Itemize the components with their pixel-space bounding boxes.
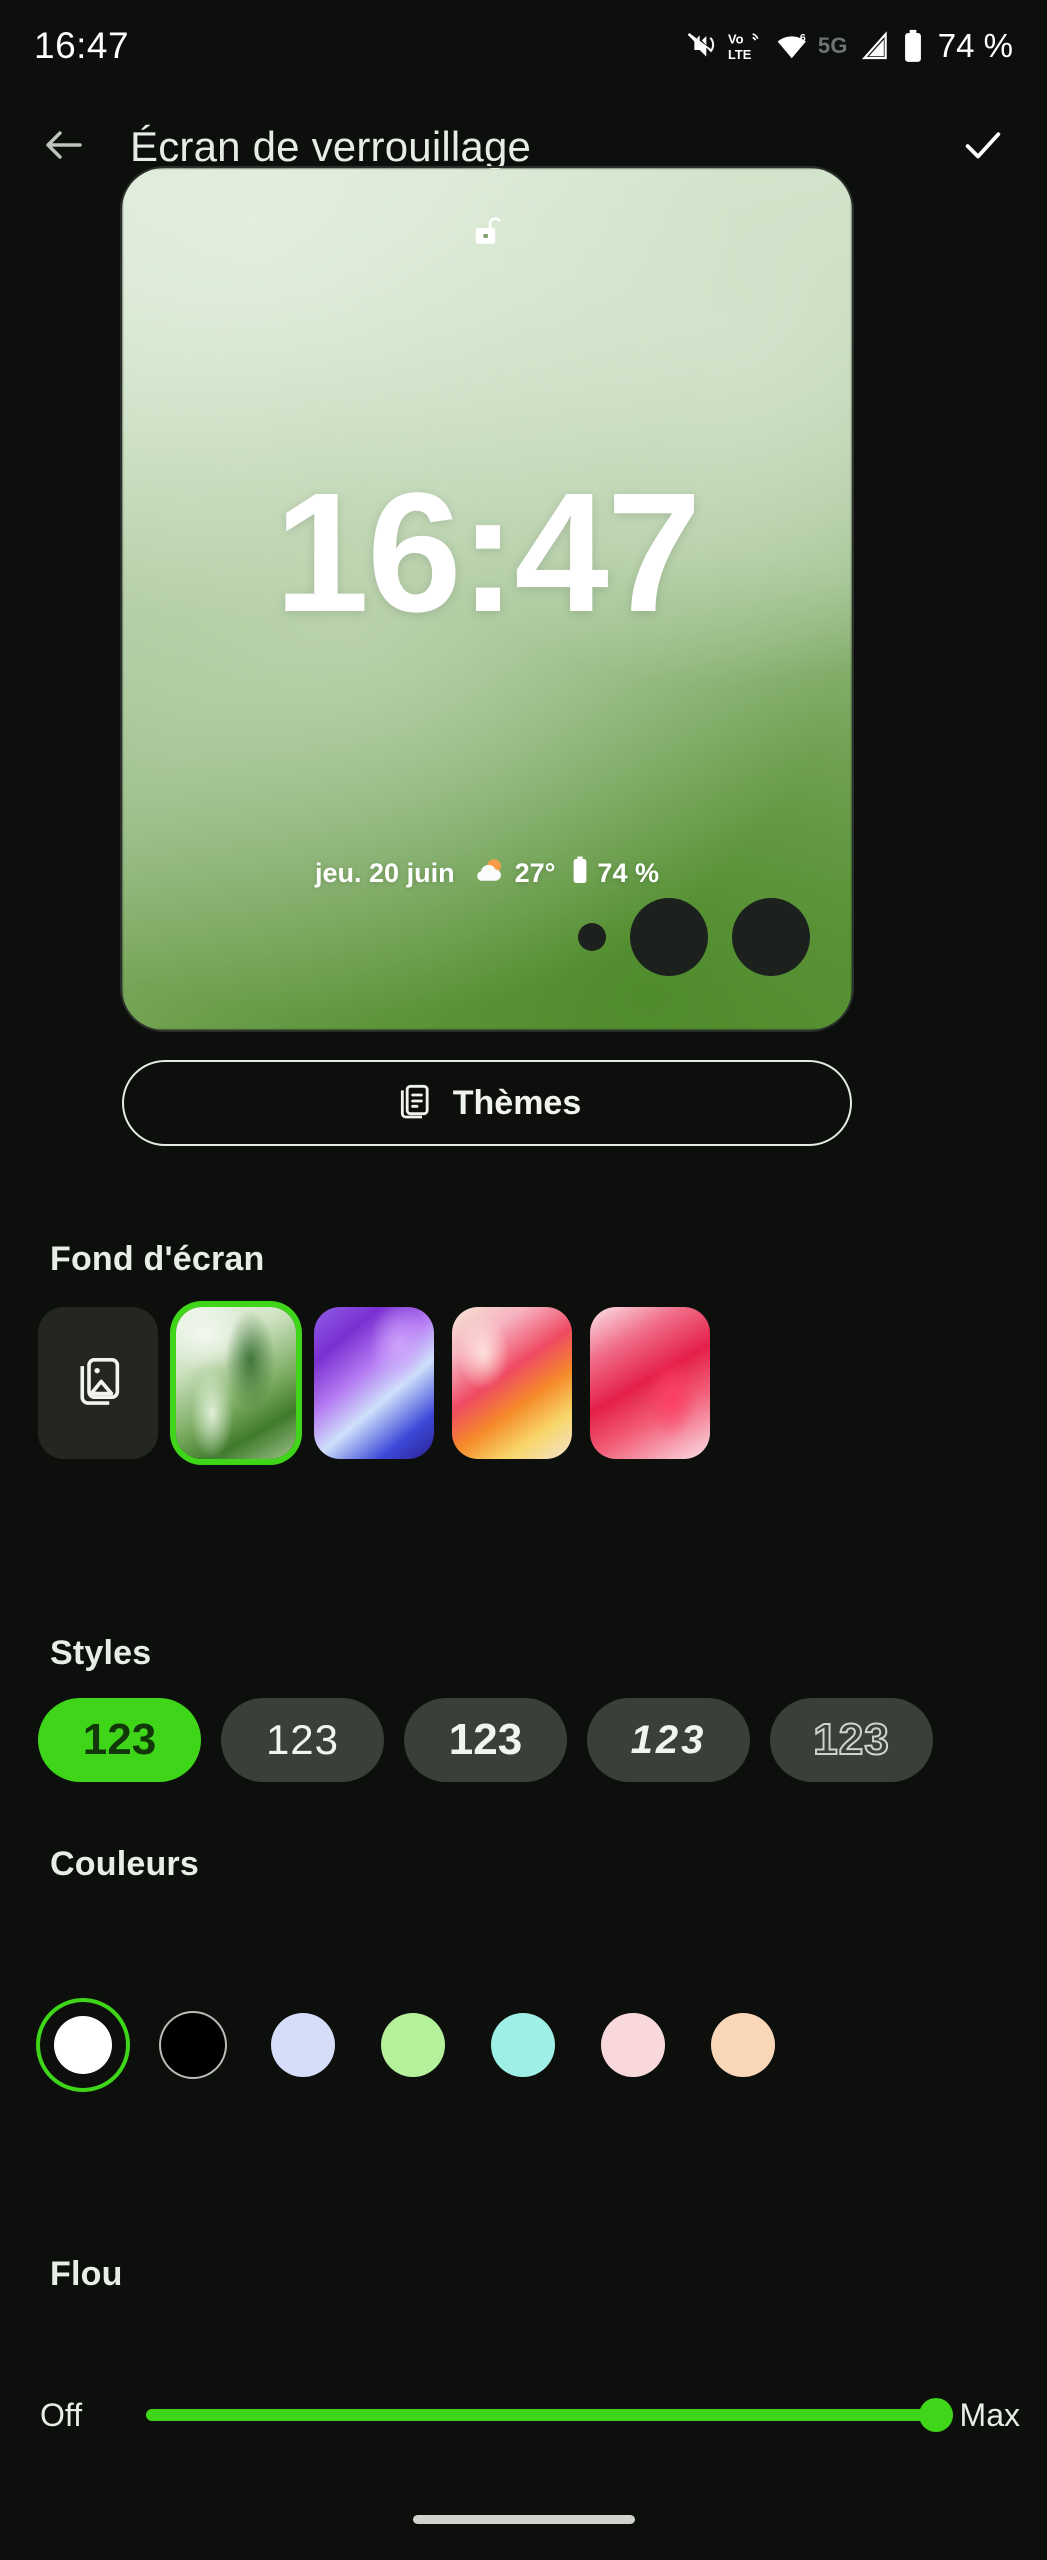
color-swatch [381, 2013, 445, 2077]
battery-percent-label: 74 % [937, 27, 1013, 64]
wallpaper-red[interactable] [590, 1307, 710, 1459]
themes-button-label: Thèmes [452, 1083, 582, 1122]
preview-info-row: jeu. 20 juin 27° 74 % [122, 856, 852, 891]
style-option-2[interactable]: 123 [221, 1698, 384, 1782]
wallpaper-section-title: Fond d'écran [50, 1240, 265, 1278]
color-green[interactable] [370, 2002, 456, 2088]
volte-icon: Vo LTE [728, 30, 764, 62]
preview-shortcuts [578, 898, 810, 976]
blur-min-label: Off [40, 2396, 83, 2433]
wallpaper-gallery-picker[interactable] [38, 1307, 158, 1459]
preview-date: jeu. 20 juin [315, 858, 455, 888]
preview-temperature: 27° [514, 858, 556, 888]
color-peach[interactable] [700, 2002, 786, 2088]
color-pink[interactable] [590, 2002, 676, 2088]
blur-slider-fill [146, 2409, 936, 2421]
colors-list[interactable] [40, 1990, 1047, 2100]
lock-screen-preview[interactable]: 16:47 jeu. 20 juin 27° 74 % [122, 168, 852, 1030]
wallpaper-purple[interactable] [314, 1307, 434, 1459]
style-option-3[interactable]: 123 [404, 1698, 567, 1782]
styles-list[interactable]: 123 123 123 123 123 [38, 1690, 1047, 1790]
style-option-4[interactable]: 123 [587, 1698, 750, 1782]
svg-text:LTE: LTE [728, 47, 752, 62]
page-title: Écran de verrouillage [130, 123, 532, 170]
wallpaper-list[interactable] [38, 1298, 1047, 1468]
svg-text:6: 6 [800, 33, 806, 44]
color-swatch [491, 2013, 555, 2077]
style-option-1[interactable]: 123 [38, 1698, 201, 1782]
status-bar-clock: 16:47 [34, 25, 130, 66]
color-white[interactable] [40, 2002, 126, 2088]
themes-stack-icon [393, 1081, 433, 1126]
unlocked-padlock-icon [472, 214, 502, 253]
color-swatch [54, 2016, 112, 2074]
battery-icon [571, 856, 589, 891]
status-bar-icons: Vo LTE 6 5G 74 % [685, 27, 1013, 65]
preview-weather: 27° [471, 856, 556, 891]
back-button[interactable] [36, 119, 92, 175]
style-option-5[interactable]: 123 [770, 1698, 933, 1782]
signal-icon [859, 30, 891, 62]
back-arrow-icon [40, 121, 88, 174]
svg-text:Vo: Vo [728, 31, 744, 46]
confirm-button[interactable] [955, 119, 1011, 175]
check-icon [960, 122, 1006, 173]
color-swatch [161, 2013, 225, 2077]
preview-clock: 16:47 [274, 458, 702, 648]
sun-behind-cloud-icon [471, 856, 507, 891]
color-swatch [601, 2013, 665, 2077]
wallpaper-orange[interactable] [452, 1307, 572, 1459]
styles-section-title: Styles [50, 1634, 152, 1672]
image-stack-icon [71, 1354, 125, 1413]
phone-screen: 16:47 Vo LTE 6 5G 74 % Écran de verrouil… [0, 0, 1047, 2560]
preview-battery-percent: 74 % [597, 858, 659, 888]
blur-slider-track[interactable] [146, 2398, 953, 2432]
blur-max-label: Max [959, 2396, 1020, 2433]
mute-icon [685, 30, 717, 62]
color-swatch [711, 2013, 775, 2077]
color-lavender[interactable] [260, 2002, 346, 2088]
shortcut-circle-right[interactable] [732, 898, 810, 976]
blur-slider-row[interactable]: Off Max [40, 2380, 1020, 2450]
home-gesture-handle[interactable] [412, 2515, 635, 2524]
color-swatch [271, 2013, 335, 2077]
preview-battery: 74 % [571, 856, 659, 891]
network-type-label: 5G [817, 33, 848, 58]
color-aqua[interactable] [480, 2002, 566, 2088]
colors-section-title: Couleurs [50, 1845, 199, 1883]
blur-section-title: Flou [50, 2255, 123, 2293]
blur-slider-thumb[interactable] [918, 2398, 953, 2432]
status-bar: 16:47 Vo LTE 6 5G 74 % [0, 0, 1047, 92]
battery-icon [902, 29, 924, 63]
shortcut-circle-left[interactable] [630, 898, 708, 976]
wallpaper-green[interactable] [176, 1307, 296, 1459]
wifi-icon: 6 [775, 30, 809, 62]
themes-button[interactable]: Thèmes [122, 1060, 852, 1146]
shortcut-dot-small[interactable] [578, 923, 606, 951]
color-black[interactable] [150, 2002, 236, 2088]
